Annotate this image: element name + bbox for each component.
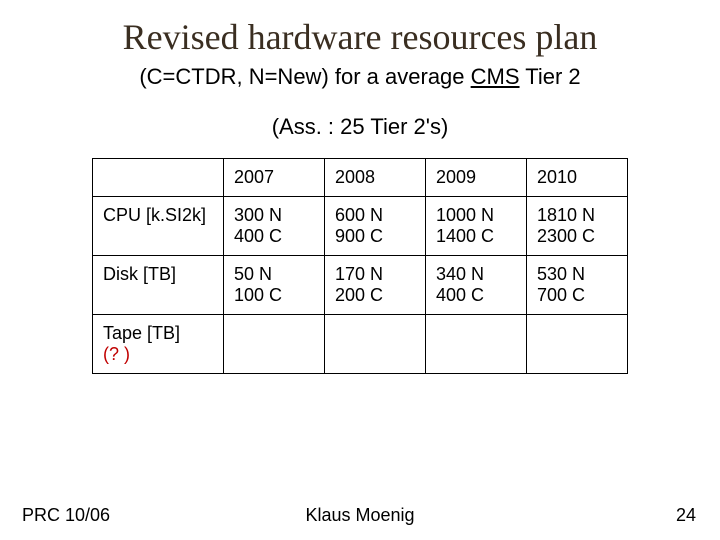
- data-cell: [224, 315, 325, 374]
- table-row: Tape [TB] (? ): [93, 315, 628, 374]
- footer-page-number: 24: [676, 505, 696, 526]
- data-cell: 170 N 200 C: [325, 256, 426, 315]
- subtitle-underlined: CMS: [471, 64, 520, 89]
- data-cell: 340 N 400 C: [426, 256, 527, 315]
- year-header: 2008: [325, 159, 426, 197]
- row-label-disk: Disk [TB]: [93, 256, 224, 315]
- slide-footer: PRC 10/06 Klaus Moenig 24: [0, 505, 720, 526]
- table-row: CPU [k.SI2k] 300 N 400 C 600 N 900 C 100…: [93, 197, 628, 256]
- table-header-row: 2007 2008 2009 2010: [93, 159, 628, 197]
- slide: Revised hardware resources plan (C=CTDR,…: [0, 0, 720, 540]
- value-ctdr: 200 C: [335, 285, 415, 306]
- year-header: 2009: [426, 159, 527, 197]
- value-new: 530 N: [537, 264, 617, 285]
- data-cell: [527, 315, 628, 374]
- table-corner-cell: [93, 159, 224, 197]
- slide-title: Revised hardware resources plan: [0, 0, 720, 58]
- value-ctdr: 400 C: [234, 226, 314, 247]
- subtitle-suffix: Tier 2: [520, 64, 581, 89]
- data-cell: 300 N 400 C: [224, 197, 325, 256]
- footer-left: PRC 10/06: [22, 505, 110, 526]
- value-new: 50 N: [234, 264, 314, 285]
- value-new: 1000 N: [436, 205, 516, 226]
- value-new: 1810 N: [537, 205, 617, 226]
- row-label-tape: Tape [TB] (? ): [93, 315, 224, 374]
- tape-label: Tape [TB]: [103, 323, 213, 344]
- row-label-cpu: CPU [k.SI2k]: [93, 197, 224, 256]
- data-cell: [325, 315, 426, 374]
- tape-question: (? ): [103, 344, 213, 365]
- subtitle-prefix: (C=CTDR, N=New) for a average: [139, 64, 470, 89]
- value-ctdr: 2300 C: [537, 226, 617, 247]
- data-cell: 1000 N 1400 C: [426, 197, 527, 256]
- slide-subtitle: (C=CTDR, N=New) for a average CMS Tier 2: [0, 64, 720, 90]
- data-cell: [426, 315, 527, 374]
- assumption-line: (Ass. : 25 Tier 2's): [0, 114, 720, 140]
- data-cell: 1810 N 2300 C: [527, 197, 628, 256]
- resources-table: 2007 2008 2009 2010 CPU [k.SI2k] 300 N 4…: [92, 158, 628, 374]
- value-ctdr: 100 C: [234, 285, 314, 306]
- value-ctdr: 900 C: [335, 226, 415, 247]
- data-cell: 50 N 100 C: [224, 256, 325, 315]
- data-cell: 530 N 700 C: [527, 256, 628, 315]
- year-header: 2010: [527, 159, 628, 197]
- value-new: 170 N: [335, 264, 415, 285]
- value-new: 600 N: [335, 205, 415, 226]
- value-ctdr: 1400 C: [436, 226, 516, 247]
- table-row: Disk [TB] 50 N 100 C 170 N 200 C 340 N 4…: [93, 256, 628, 315]
- year-header: 2007: [224, 159, 325, 197]
- value-ctdr: 700 C: [537, 285, 617, 306]
- value-new: 300 N: [234, 205, 314, 226]
- data-cell: 600 N 900 C: [325, 197, 426, 256]
- value-new: 340 N: [436, 264, 516, 285]
- value-ctdr: 400 C: [436, 285, 516, 306]
